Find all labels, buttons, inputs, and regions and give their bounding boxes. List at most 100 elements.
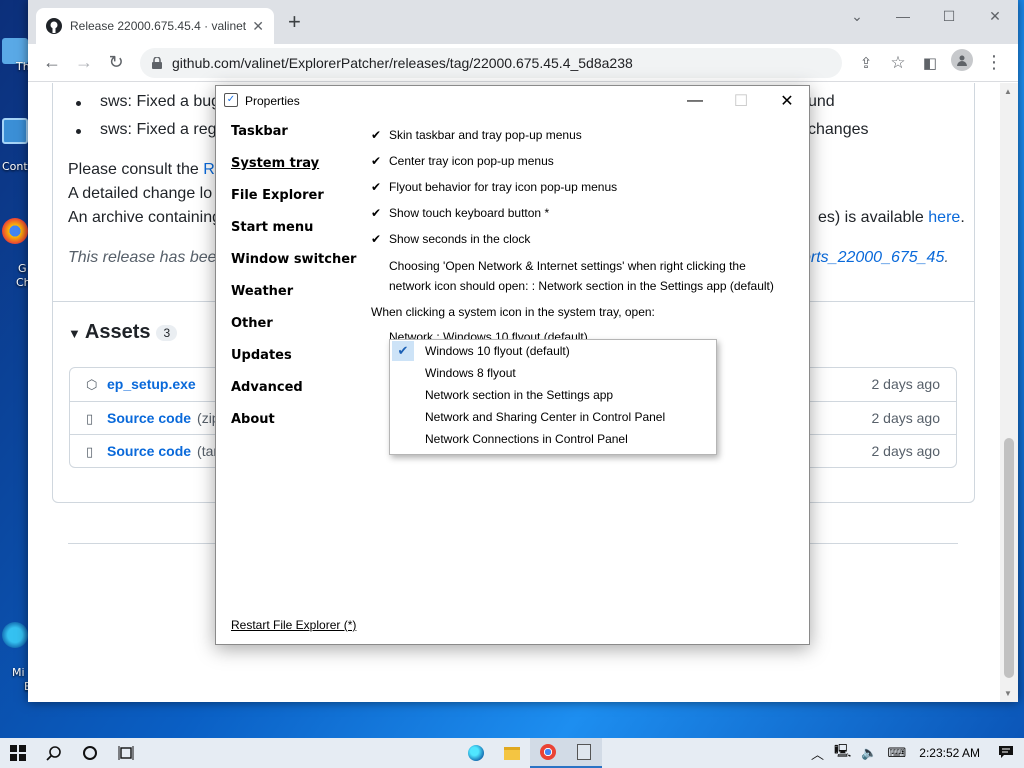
network-dropdown-menu: ✔ Windows 10 flyout (default) Windows 8 … bbox=[389, 339, 717, 455]
minimize-button[interactable]: — bbox=[880, 0, 926, 32]
bullet-tail: und bbox=[808, 93, 835, 110]
checkmark-icon: ✔ bbox=[371, 128, 382, 142]
dialog-titlebar[interactable]: ✓ Properties — ☐ ✕ bbox=[216, 86, 809, 116]
dropdown-option-network-connections[interactable]: Network Connections in Control Panel bbox=[390, 428, 716, 450]
checkmark-icon: ✔ bbox=[371, 154, 382, 168]
edge-icon[interactable] bbox=[458, 738, 494, 768]
dialog-content: ✔ Skin taskbar and tray pop-up menus ✔ Cen… bbox=[371, 122, 801, 347]
nav-file-explorer[interactable]: File Explorer bbox=[231, 188, 356, 220]
tab-close-icon[interactable]: ✕ bbox=[252, 18, 264, 35]
nav-about[interactable]: About bbox=[231, 412, 356, 444]
chrome-icon[interactable] bbox=[530, 738, 566, 768]
dropdown-option-settings-app[interactable]: Network section in the Settings app bbox=[390, 384, 716, 406]
option-skin-taskbar[interactable]: ✔ Skin taskbar and tray pop-up menus bbox=[371, 122, 801, 148]
dropdown-option-sharing-center[interactable]: Network and Sharing Center in Control Pa… bbox=[390, 406, 716, 428]
release-note-tail: orts_22000_675_45. bbox=[802, 249, 949, 267]
explorer-patcher-icon[interactable] bbox=[566, 738, 602, 768]
dropdown-option-windows-8-flyout[interactable]: Windows 8 flyout bbox=[390, 362, 716, 384]
assets-title: Assets bbox=[84, 321, 151, 343]
bullet-text: sws: Fixed a bug bbox=[100, 93, 221, 110]
task-view-icon[interactable] bbox=[108, 738, 144, 768]
nav-taskbar[interactable]: Taskbar bbox=[231, 124, 356, 156]
changelog-line: A detailed change lo bbox=[68, 185, 213, 202]
menu-kebab-icon[interactable]: ⋮ bbox=[978, 49, 1010, 77]
option-show-seconds[interactable]: ✔ Show seconds in the clock bbox=[371, 226, 801, 252]
network-settings-option[interactable]: Choosing 'Open Network & Internet settin… bbox=[371, 256, 801, 296]
caret-down-icon: ▼ bbox=[68, 326, 81, 341]
scroll-down-icon[interactable]: ▼ bbox=[1004, 689, 1012, 698]
restart-explorer-link[interactable]: Restart File Explorer (*) bbox=[231, 618, 356, 632]
volume-icon[interactable]: 🔈 bbox=[856, 745, 882, 761]
page-scrollbar[interactable]: ▲ ▼ bbox=[1000, 83, 1018, 702]
asset-link[interactable]: Source code (tar. bbox=[107, 443, 221, 459]
option-label: Center tray icon pop-up menus bbox=[389, 154, 554, 168]
new-tab-button[interactable]: + bbox=[288, 11, 301, 33]
nav-weather[interactable]: Weather bbox=[231, 284, 356, 316]
maximize-button[interactable]: ☐ bbox=[926, 0, 972, 32]
option-flyout-behavior[interactable]: ✔ Flyout behavior for tray icon pop-up me… bbox=[371, 174, 801, 200]
nav-start-menu[interactable]: Start menu bbox=[231, 220, 356, 252]
option-label: Show seconds in the clock bbox=[389, 232, 531, 246]
asset-link[interactable]: Source code (zip bbox=[107, 410, 220, 426]
close-button[interactable]: ✕ bbox=[972, 0, 1018, 32]
search-icon[interactable] bbox=[36, 738, 72, 768]
bookmark-star-icon[interactable]: ☆ bbox=[882, 49, 914, 77]
dropdown-option-label: Network section in the Settings app bbox=[425, 388, 614, 402]
asset-date: 2 days ago bbox=[871, 376, 941, 392]
option-label: Flyout behavior for tray icon pop-up men… bbox=[389, 180, 618, 194]
chevron-down-icon[interactable]: ⌄ bbox=[834, 0, 880, 32]
nav-system-tray[interactable]: System tray bbox=[231, 156, 356, 188]
chevron-up-icon[interactable]: ︿ bbox=[806, 744, 829, 763]
dialog-close-button[interactable]: ✕ bbox=[764, 86, 810, 116]
archive-line: An archive containing bbox=[68, 209, 221, 226]
profile-avatar[interactable] bbox=[951, 48, 973, 71]
back-button[interactable]: ← bbox=[36, 49, 68, 77]
browser-toolbar: ← → ↻ github.com/valinet/ExplorerPatcher… bbox=[28, 44, 1018, 82]
person-icon bbox=[957, 55, 967, 66]
side-panel-icon[interactable]: ◧ bbox=[914, 49, 946, 77]
checkmark-icon: ✔ bbox=[371, 206, 382, 220]
action-center-icon[interactable] bbox=[988, 745, 1024, 762]
network-icon[interactable]: 🖳 bbox=[829, 742, 856, 764]
system-icon-label: When clicking a system icon in the syste… bbox=[371, 305, 655, 319]
network-option-line2: network icon should open: : Network sect… bbox=[389, 279, 774, 293]
option-touch-keyboard[interactable]: ✔ Show touch keyboard button * bbox=[371, 200, 801, 226]
cortana-icon[interactable] bbox=[72, 738, 108, 768]
archive-end: . bbox=[960, 209, 965, 226]
archive-tail-text: es) is available bbox=[818, 209, 929, 226]
nav-updates[interactable]: Updates bbox=[231, 348, 356, 380]
reload-button[interactable]: ↻ bbox=[100, 49, 132, 77]
option-center-tray-menus[interactable]: ✔ Center tray icon pop-up menus bbox=[371, 148, 801, 174]
dropdown-option-windows-10-flyout[interactable]: ✔ Windows 10 flyout (default) bbox=[390, 340, 716, 362]
bullet-tail: changes bbox=[808, 121, 869, 138]
browser-tab[interactable]: Release 22000.675.45.4 · valinet/ ✕ bbox=[36, 8, 274, 44]
scroll-up-icon[interactable]: ▲ bbox=[1004, 87, 1012, 96]
file-zip-icon: ▯ bbox=[86, 444, 94, 459]
scroll-thumb[interactable] bbox=[1004, 438, 1014, 678]
start-button[interactable] bbox=[0, 738, 36, 768]
share-icon[interactable]: ⇪ bbox=[850, 49, 882, 77]
assets-heading[interactable]: ▼ Assets 3 bbox=[68, 321, 178, 344]
nav-other[interactable]: Other bbox=[231, 316, 356, 348]
here-link[interactable]: here bbox=[928, 209, 960, 226]
dialog-title: Properties bbox=[245, 94, 300, 108]
network-option-line1: Choosing 'Open Network & Internet settin… bbox=[389, 259, 746, 273]
tab-strip: Release 22000.675.45.4 · valinet/ ✕ + ⌄ … bbox=[28, 0, 1018, 44]
nav-window-switcher[interactable]: Window switcher bbox=[231, 252, 356, 284]
window-controls: ⌄ — ☐ ✕ bbox=[834, 0, 1018, 32]
asset-link[interactable]: ep_setup.exe bbox=[107, 376, 202, 392]
forward-button[interactable]: → bbox=[68, 49, 100, 77]
nav-advanced[interactable]: Advanced bbox=[231, 380, 356, 412]
tab-title: Release 22000.675.45.4 · valinet/ bbox=[70, 19, 246, 33]
bullet-dot bbox=[76, 129, 81, 134]
consult-text: Please consult the bbox=[68, 161, 204, 178]
keyboard-icon[interactable]: ⌨ bbox=[883, 745, 912, 761]
desktop-label: Mi bbox=[12, 666, 25, 679]
dropdown-option-label: Network and Sharing Center in Control Pa… bbox=[425, 410, 666, 424]
address-bar[interactable]: github.com/valinet/ExplorerPatcher/relea… bbox=[140, 47, 842, 78]
file-explorer-icon[interactable] bbox=[494, 738, 530, 768]
symbols-link[interactable]: orts_22000_675_45 bbox=[802, 249, 944, 266]
taskbar-clock[interactable]: 2:23:52 AM bbox=[911, 746, 988, 760]
desktop-label: G bbox=[18, 262, 27, 275]
dialog-minimize-button[interactable]: — bbox=[672, 86, 718, 116]
